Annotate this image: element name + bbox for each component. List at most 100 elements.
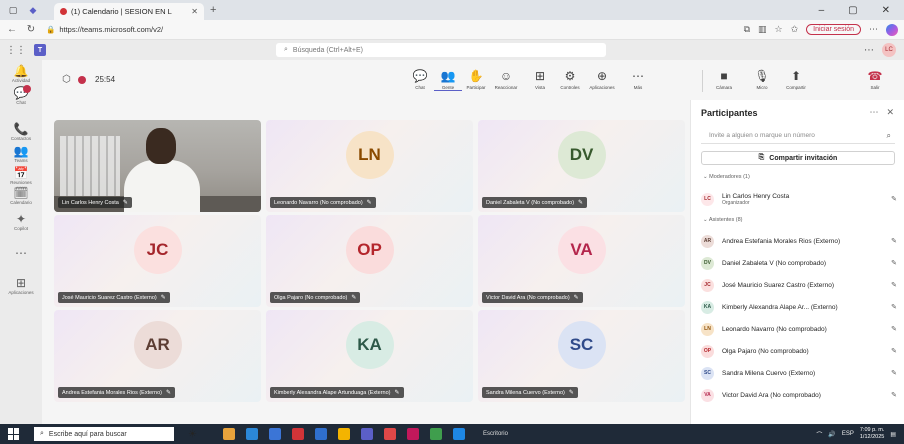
muted-mic-icon[interactable]: ✎ [891, 391, 897, 399]
participant-row[interactable]: JC José Mauricio Suarez Castro (Externo) ✎ [701, 276, 897, 294]
contacts-icon: 📞 [13, 122, 29, 136]
signin-button[interactable]: Iniciar sesión [806, 24, 861, 35]
edge-icon[interactable] [245, 428, 258, 440]
participant-tile[interactable]: LN Leonardo Navarro (No comprobado) ✎ [266, 120, 473, 212]
teams-search-input[interactable]: ⌕ Búsqueda (Ctrl+Alt+E) [276, 43, 606, 57]
clock[interactable]: 7:09 p. m. 1/12/2025 [860, 427, 884, 441]
powerpoint-icon[interactable] [291, 428, 304, 440]
excel-icon[interactable] [429, 428, 442, 440]
refresh-icon[interactable]: ↻ [24, 24, 38, 35]
copilot-icon[interactable] [886, 23, 898, 36]
toolbar-chat-button[interactable]: 💬 Chat [406, 68, 434, 90]
participant-tile[interactable]: KA Kimberly Alexandra Alape Artunduaga (E… [266, 310, 473, 402]
notifications-icon[interactable]: ▤ [890, 431, 896, 438]
participant-row[interactable]: LN Leonardo Navarro (No comprobado) ✎ [701, 320, 897, 338]
close-tab-icon[interactable]: ✕ [191, 7, 198, 16]
rail-item-chat[interactable]: 💬 Chat [0, 85, 42, 105]
shield-icon[interactable]: ⬡ [62, 74, 71, 85]
participant-name: José Mauricio Suarez Castro (Externo) [62, 294, 157, 301]
maximize-icon[interactable]: ▢ [848, 5, 857, 16]
chrome-icon[interactable] [337, 428, 350, 440]
toolbar-camera-button[interactable]: ■ Cámara [710, 68, 738, 90]
participant-tile[interactable]: SC Sandra Milena Cuervo (Externo) ✎ [478, 310, 685, 402]
rail-item-reuniones[interactable]: 📅 Reuniones [0, 166, 42, 185]
close-window-icon[interactable]: ✕ [882, 5, 890, 16]
outlook-icon[interactable] [268, 428, 281, 440]
store-icon[interactable] [452, 428, 465, 440]
muted-mic-icon[interactable]: ✎ [891, 259, 897, 267]
toolbar-more-button[interactable]: ⋯ Más [624, 68, 652, 90]
favorite-icon[interactable]: ☆ [775, 24, 783, 35]
toolbar-react-button[interactable]: ☺ Reaccionar [492, 68, 520, 90]
invite-input[interactable]: Invite a alguien o marque un número ⌕ [701, 128, 895, 144]
user-avatar[interactable]: LC [882, 43, 896, 57]
rail-item-contactos[interactable]: 📞 Contactos [0, 122, 42, 141]
minimize-icon[interactable]: – [819, 5, 825, 16]
back-icon[interactable]: ← [5, 24, 19, 35]
share-invite-button[interactable]: ⎘ Compartir invitación [701, 151, 895, 165]
browser-tab[interactable]: (1) Calendario | SESION EN L ✕ [54, 3, 204, 20]
app-launcher-icon[interactable]: ⋮⋮ [6, 45, 26, 56]
favorites-icon[interactable]: ✩ [791, 24, 799, 35]
participant-tile[interactable]: VA Victor David Ara (No comprobado) ✎ [478, 215, 685, 307]
muted-mic-icon[interactable]: ✎ [891, 347, 897, 355]
teams-more-icon[interactable]: ⋯ [864, 45, 874, 56]
file-explorer-icon[interactable] [222, 428, 235, 440]
panel-more-icon[interactable]: ⋯ [869, 107, 878, 118]
participant-row[interactable]: DV Daniel Zabaleta V (No comprobado) ✎ [701, 254, 897, 272]
muted-mic-icon[interactable]: ✎ [891, 237, 897, 245]
muted-mic-icon[interactable]: ✎ [891, 303, 897, 311]
participant-row[interactable]: VA Victor David Ara (No comprobado) ✎ [701, 386, 897, 404]
toolbar-people-button[interactable]: 👥 Gente [434, 68, 462, 91]
window-menu-icon[interactable]: ▢ [6, 3, 20, 17]
language-indicator[interactable]: ESP [842, 431, 854, 437]
word-icon[interactable] [314, 428, 327, 440]
lock-icon: 🔒 [46, 25, 56, 34]
rail-item-teams[interactable]: 👥 Teams [0, 144, 42, 163]
rail-item-calendario[interactable]: 🗓 Calendario [0, 186, 42, 205]
browser-more-icon[interactable]: ⋯ [869, 24, 878, 35]
toolbar-apps-button[interactable]: ⊕ Aplicaciones [588, 68, 616, 90]
toolbar-mic-button[interactable]: 🎙 Micro [748, 68, 776, 90]
muted-mic-icon[interactable]: ✎ [891, 369, 897, 377]
participant-row[interactable]: KA Kimberly Alexandra Alape Ar... (Extern… [701, 298, 897, 316]
volume-icon[interactable]: 🔊 [828, 431, 835, 438]
split-screen-icon[interactable]: ▥ [758, 24, 767, 35]
rail-item-actividad[interactable]: 🔔 Actividad [0, 64, 42, 83]
participant-tile[interactable]: OP Olga Pajaro (No comprobado) ✎ [266, 215, 473, 307]
extensions-icon[interactable]: ⧉ [744, 24, 750, 35]
app-icon[interactable] [406, 428, 419, 440]
weather-icon[interactable]: ☀ [188, 429, 197, 440]
app-icon[interactable] [383, 428, 396, 440]
participant-row[interactable]: OP Olga Pajaro (No comprobado) ✎ [701, 342, 897, 360]
network-icon[interactable]: ⌒ [816, 430, 822, 439]
start-button[interactable] [8, 428, 20, 440]
participant-tile[interactable]: Lin Carlos Henry Costa ✎ [54, 120, 261, 212]
participant-tile[interactable]: AR Andrea Estefania Morales Rios (Externo… [54, 310, 261, 402]
close-panel-icon[interactable]: ✕ [886, 107, 894, 118]
toolbar-share-button[interactable]: ⬆ Compartir [782, 68, 810, 90]
rail-item-copilot[interactable]: ✦ Copilot [0, 212, 42, 231]
muted-mic-icon[interactable]: ✎ [891, 195, 897, 203]
participant-tile[interactable]: DV Daniel Zabaleta V (No comprobado) ✎ [478, 120, 685, 212]
participant-avatar: DV [701, 256, 714, 270]
leave-button[interactable]: ☎ Salir [860, 68, 890, 90]
participant-row[interactable]: SC Sandra Milena Cuervo (Externo) ✎ [701, 364, 897, 382]
desktop-label[interactable]: Escritorio [483, 431, 508, 437]
new-tab-icon[interactable]: + [210, 4, 216, 16]
toolbar-raise-hand-button[interactable]: ✋ Participar [462, 68, 490, 90]
url-field[interactable]: 🔒 https://teams.microsoft.com/v2/ [46, 23, 646, 37]
muted-mic-icon[interactable]: ✎ [891, 325, 897, 333]
attendees-section-header[interactable]: ⌄ Asistentes (8) [703, 217, 742, 223]
muted-mic-icon[interactable]: ✎ [891, 281, 897, 289]
taskbar-search-input[interactable]: ⌕ Escribe aquí para buscar [34, 427, 174, 441]
moderators-section-header[interactable]: ⌄ Moderadores (1) [703, 174, 750, 180]
participant-row[interactable]: LC Lin Carlos Henry Costa Organizador ✎ [701, 190, 897, 208]
rail-item-aplicaciones[interactable]: ⊞ Aplicaciones [0, 276, 42, 295]
participant-tile[interactable]: JC José Mauricio Suarez Castro (Externo) ✎ [54, 215, 261, 307]
toolbar-view-button[interactable]: ⊞ Vista [526, 68, 554, 90]
teams-app-icon[interactable] [360, 428, 373, 440]
toolbar-controls-button[interactable]: ⚙ Controles [556, 68, 584, 90]
rail-item-more[interactable]: ⋯ [0, 246, 42, 260]
participant-row[interactable]: AR Andrea Estefania Morales Rios (Externo… [701, 232, 897, 250]
